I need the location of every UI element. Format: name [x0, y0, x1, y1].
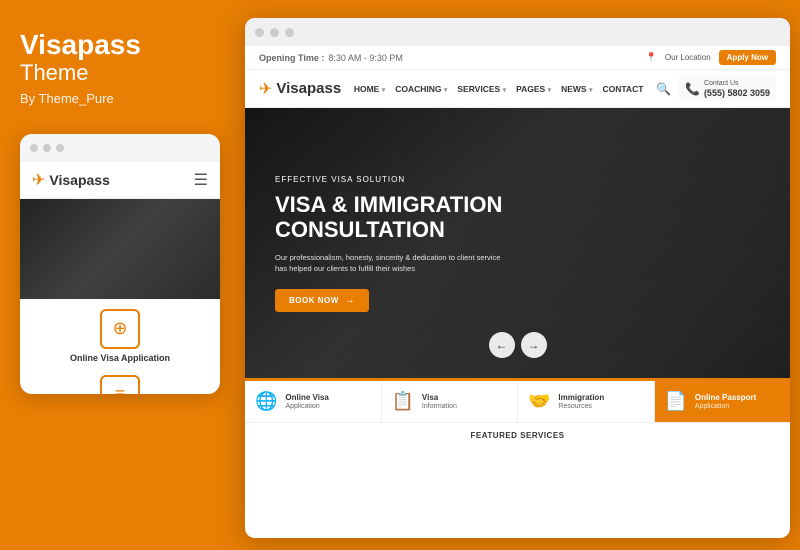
mobile-dot-1 — [30, 144, 38, 152]
brand-block: Visapass Theme By Theme_Pure — [20, 30, 141, 106]
desktop-dot-3 — [285, 28, 294, 37]
services-bar: 🌐 Online Visa Application 📋 Visa Informa… — [245, 378, 790, 422]
hero-description: Our professionalism, honesty, sincerity … — [275, 252, 502, 275]
mobile-top-bar — [20, 134, 220, 162]
mobile-second-service-icon: ≡ — [100, 375, 140, 394]
passport-icon: 📄 — [665, 391, 687, 412]
service-item-passport[interactable]: 📄 Online Passport Application — [655, 381, 791, 422]
nav-pages[interactable]: PAGES ▾ — [516, 84, 551, 94]
hero-next-button[interactable]: → — [521, 332, 547, 358]
service-item-info[interactable]: 📋 Visa Information — [382, 381, 519, 422]
hero-eyebrow: EFFECTIVE VISA SOLUTION — [275, 175, 502, 184]
mobile-logo: ✈ Visapass — [32, 170, 110, 190]
nav-right: 🔍 📞 Contact Us (555) 5802 3059 — [656, 76, 776, 101]
nav-news[interactable]: NEWS ▾ — [561, 84, 592, 94]
mobile-mockup: ✈ Visapass ☰ ⊕ Online Visa Application ≡ — [20, 134, 220, 394]
hero-content: EFFECTIVE VISA SOLUTION VISA & IMMIGRATI… — [275, 175, 502, 312]
site-logo: ✈ Visapass — [259, 79, 341, 99]
online-visa-title: Online Visa — [285, 393, 328, 403]
hero-title: VISA & IMMIGRATION CONSULTATION — [275, 192, 502, 243]
desktop-dot-2 — [270, 28, 279, 37]
mobile-hamburger-icon[interactable]: ☰ — [194, 170, 208, 190]
immigration-title: Immigration — [558, 393, 604, 403]
hero-section: EFFECTIVE VISA SOLUTION VISA & IMMIGRATI… — [245, 108, 790, 378]
featured-services-label: FEATURED SERVICES — [245, 422, 790, 448]
book-now-button[interactable]: BOOK NOW → — [275, 289, 369, 312]
by-line: By Theme_Pure — [20, 91, 141, 106]
site-header-top: Opening Time : 8:30 AM - 9:30 PM 📍 Our L… — [245, 46, 790, 70]
desktop-top-bar — [245, 18, 790, 46]
online-visa-icon: 🌐 — [255, 391, 277, 412]
desktop-dot-1 — [255, 28, 264, 37]
nav-home[interactable]: HOME ▾ — [354, 84, 385, 94]
desktop-mockup: Opening Time : 8:30 AM - 9:30 PM 📍 Our L… — [245, 18, 790, 538]
left-panel: Visapass Theme By Theme_Pure ✈ Visapass … — [0, 0, 240, 550]
search-icon[interactable]: 🔍 — [656, 82, 671, 96]
header-top-right: 📍 Our Location Apply Now — [646, 50, 776, 65]
nav-contact[interactable]: CONTACT — [602, 84, 643, 94]
mobile-visa-icon: ⊕ — [100, 309, 140, 349]
mobile-logo-icon: ✈ — [32, 170, 45, 190]
visa-info-title: Visa — [422, 393, 457, 403]
arrow-icon: → — [345, 295, 356, 306]
hero-arrows: ← → — [489, 332, 547, 358]
mobile-dot-3 — [56, 144, 64, 152]
apply-now-button[interactable]: Apply Now — [719, 50, 776, 65]
immigration-sub: Resources — [558, 403, 604, 410]
passport-title: Online Passport — [695, 393, 756, 403]
brand-title: Visapass Theme — [20, 30, 141, 85]
online-visa-sub: Application — [285, 403, 328, 410]
nav-services[interactable]: SERVICES ▾ — [457, 84, 506, 94]
location-icon: 📍 — [646, 52, 657, 63]
site-logo-plane-icon: ✈ — [259, 79, 272, 99]
visa-info-sub: Information — [422, 403, 457, 410]
header-opening-time: Opening Time : 8:30 AM - 9:30 PM — [259, 53, 403, 63]
mobile-service-section: ⊕ Online Visa Application ≡ — [20, 299, 220, 394]
service-item-immigration[interactable]: 🤝 Immigration Resources — [518, 381, 655, 422]
immigration-icon: 🤝 — [528, 391, 550, 412]
nav-coaching[interactable]: COACHING ▾ — [395, 84, 447, 94]
mobile-dot-2 — [43, 144, 51, 152]
hero-prev-button[interactable]: ← — [489, 332, 515, 358]
site-nav: ✈ Visapass HOME ▾ COACHING ▾ SERVICES ▾ … — [245, 70, 790, 108]
mobile-hero-image — [20, 199, 220, 299]
mobile-nav: ✈ Visapass ☰ — [20, 162, 220, 199]
nav-links: HOME ▾ COACHING ▾ SERVICES ▾ PAGES ▾ NEW… — [354, 84, 644, 94]
passport-sub: Application — [695, 403, 756, 410]
site-header: Opening Time : 8:30 AM - 9:30 PM 📍 Our L… — [245, 46, 790, 108]
contact-info: Contact Us (555) 5802 3059 — [704, 79, 770, 98]
contact-box: 📞 Contact Us (555) 5802 3059 — [679, 76, 776, 101]
service-item-visa[interactable]: 🌐 Online Visa Application — [245, 381, 382, 422]
phone-icon: 📞 — [685, 82, 700, 96]
visa-info-icon: 📋 — [392, 391, 414, 412]
